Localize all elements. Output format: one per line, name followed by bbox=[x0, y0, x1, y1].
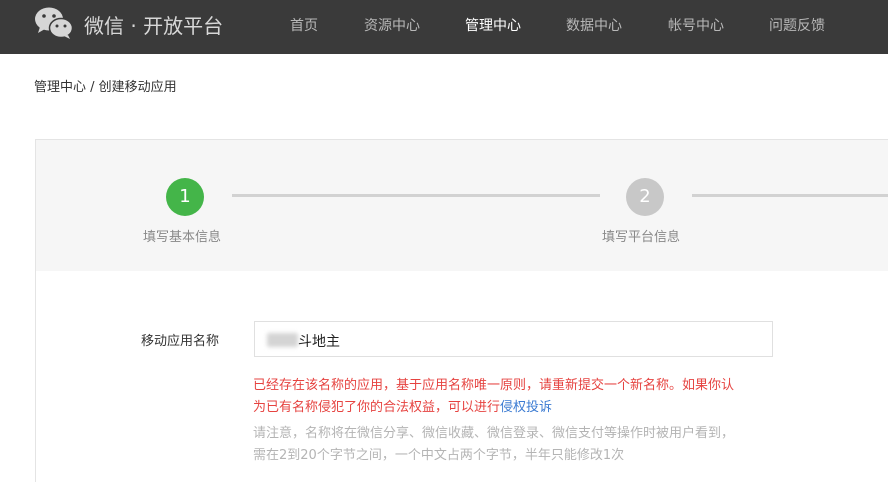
breadcrumb: 管理中心 / 创建移动应用 bbox=[34, 80, 177, 95]
nav-item-home[interactable]: 首页 bbox=[290, 15, 318, 35]
step-connector-2 bbox=[692, 194, 888, 197]
step-2-label: 填写平台信息 bbox=[602, 230, 681, 245]
step-1-circle: 1 bbox=[166, 178, 204, 216]
step-connector-1 bbox=[232, 194, 600, 197]
step-1-label: 填写基本信息 bbox=[143, 230, 222, 245]
brand-title[interactable]: 微信 · 开放平台 bbox=[84, 10, 223, 39]
app-name-label: 移动应用名称 bbox=[141, 334, 220, 349]
name-error-line-2: 为已有名称侵犯了你的合法权益，可以进行侵权投诉 bbox=[253, 396, 552, 415]
step-2-circle: 2 bbox=[626, 178, 664, 216]
wechat-logo-icon[interactable] bbox=[34, 6, 74, 40]
app-name-value: 斗地主 bbox=[298, 334, 340, 350]
nav-item-resources[interactable]: 资源中心 bbox=[364, 15, 420, 35]
name-tip-line-2: 需在2到20个字节之间，一个中文占两个字节，半年只能修改1次 bbox=[253, 448, 625, 463]
infringement-complaint-link[interactable]: 侵权投诉 bbox=[500, 400, 552, 415]
redacted-text bbox=[267, 333, 298, 347]
nav-item-account[interactable]: 帐号中心 bbox=[668, 15, 724, 35]
nav-item-data[interactable]: 数据中心 bbox=[566, 15, 622, 35]
app-name-input[interactable]: 斗地主 bbox=[254, 321, 773, 357]
nav-item-feedback[interactable]: 问题反馈 bbox=[769, 15, 825, 35]
progress-steps: 1 填写基本信息 2 填写平台信息 bbox=[36, 140, 888, 271]
name-error-text: 为已有名称侵犯了你的合法权益，可以进行 bbox=[253, 400, 501, 415]
name-error-line-1: 已经存在该名称的应用，基于应用名称唯一原则，请重新提交一个新名称。如果你认 bbox=[253, 378, 735, 393]
top-nav-bar: 微信 · 开放平台 首页 资源中心 管理中心 数据中心 帐号中心 问题反馈 bbox=[0, 0, 888, 54]
nav-item-management[interactable]: 管理中心 bbox=[465, 15, 521, 35]
name-tip-line-1: 请注意，名称将在微信分享、微信收藏、微信登录、微信支付等操作时被用户看到， bbox=[253, 426, 735, 441]
create-app-card: 1 填写基本信息 2 填写平台信息 移动应用名称 斗地主 已经存在该名称的应用，… bbox=[35, 139, 888, 482]
